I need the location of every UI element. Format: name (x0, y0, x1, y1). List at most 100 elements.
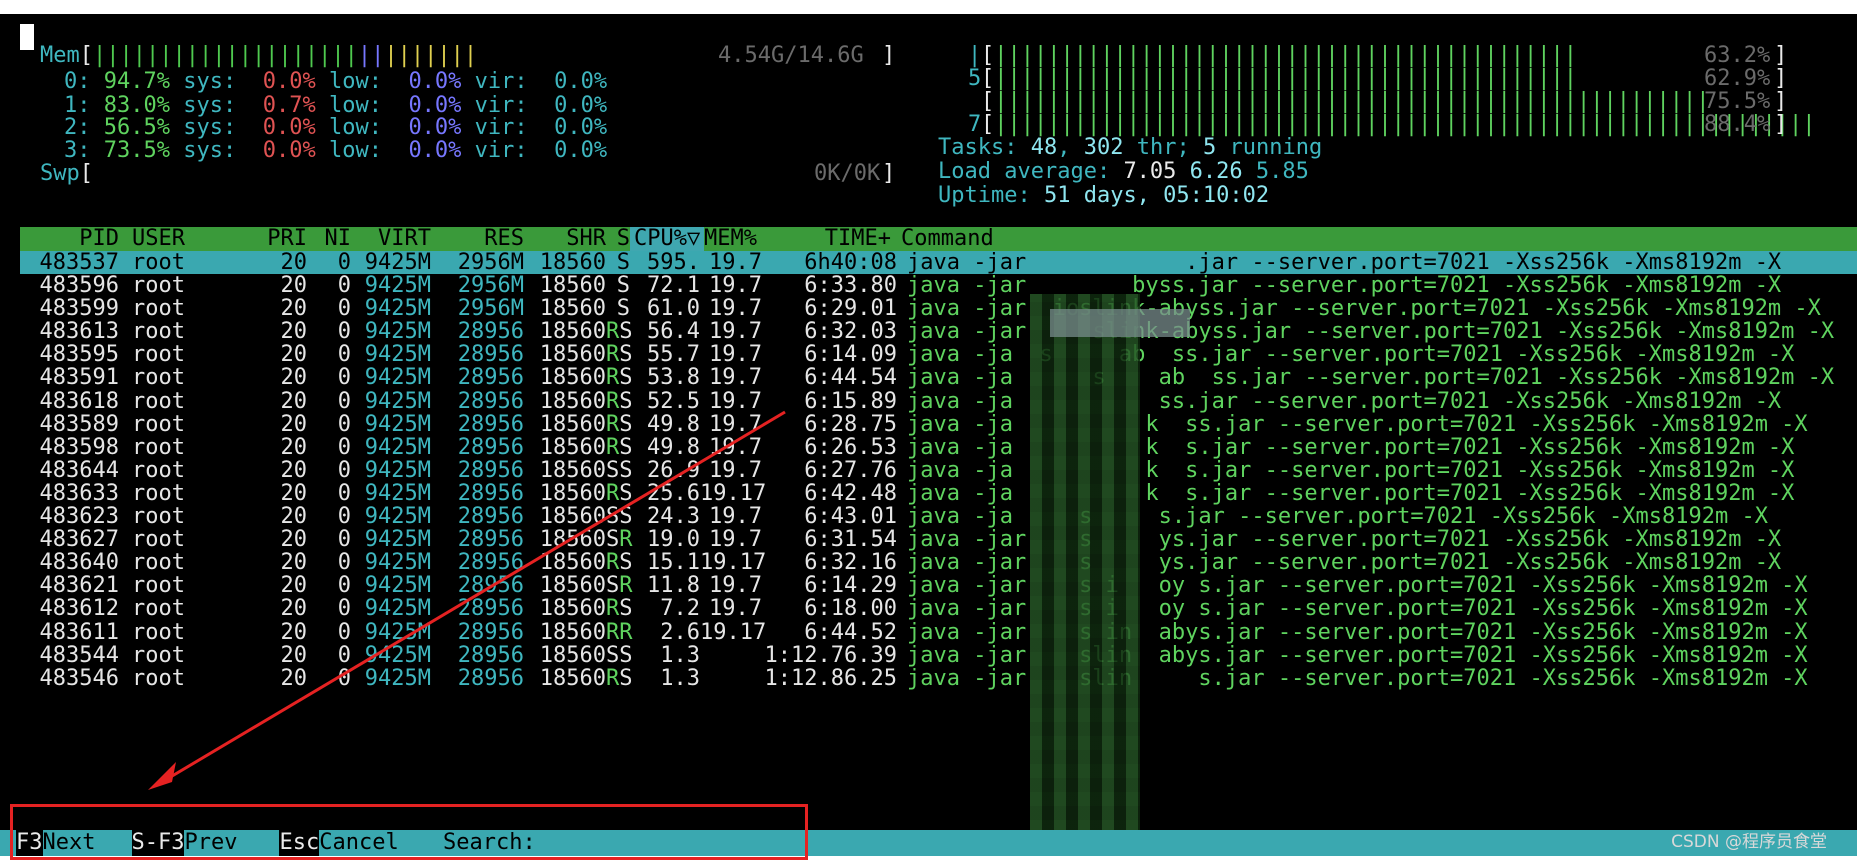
cell-time: 6:44.52 (804, 619, 897, 645)
col-shr[interactable]: SHR (524, 227, 606, 251)
cancel-label[interactable]: Cancel (319, 830, 398, 856)
cell-ni: 0 (337, 619, 351, 645)
table-row[interactable]: 483611 root 20 0 9425M 28956 18560RR 2.619.17 6:… (20, 619, 1857, 645)
mem-value: 4.54G/14.6G (718, 43, 864, 68)
cell-res: 2956M (457, 250, 524, 275)
cell-time: 6:42.48 (804, 480, 897, 506)
cell-user: root (132, 550, 185, 576)
cell-mem: 19.7 (709, 527, 762, 553)
cell-cpu: 595. (647, 250, 700, 275)
table-row[interactable]: 483633 root 20 0 9425M 28956 18560RS 25.619.17 6… (20, 482, 1857, 505)
cell-res: 28956 (457, 457, 524, 483)
cell-virt: 9425M (364, 365, 431, 391)
process-table-header[interactable]: PID USER PRI NI VIRT RES SHR S CPU%▽ MEM% TIME+ Com… (20, 227, 1857, 251)
cell-cpu: 55.7 (647, 342, 700, 368)
table-row-selected[interactable]: 483537 root 20 0 9425M 2956M 18560 S 595. 19.7 6h4… (20, 251, 1857, 274)
cell-pri: 20 (280, 296, 308, 322)
col-mem[interactable]: MEM% (704, 227, 766, 251)
col-state[interactable]: S (606, 227, 630, 251)
redacted-region-top (1050, 309, 1190, 337)
cpu-core-row: 0: 94.7% sys: 0.0% low: 0.0% vir: 0.0% (64, 69, 608, 94)
table-row[interactable]: 483621 root 20 0 9425M 28956 18560SR 11.8 19.7 6:… (20, 574, 1857, 597)
prev-key[interactable]: S-F3 (131, 830, 185, 856)
mem-bar-buffers: || (357, 43, 385, 68)
swp-value: 0K/0K (814, 161, 881, 186)
cell-mem: 19.17 (700, 480, 767, 506)
cancel-key[interactable]: Esc (279, 830, 320, 856)
cell-ni: 0 (337, 365, 351, 391)
cell-pid: 483598 (39, 434, 119, 460)
next-label[interactable]: Next (43, 830, 132, 856)
table-row[interactable]: 483599 root 20 0 9425M 2956M 18560 S 61.0 19.7 6:2… (20, 297, 1857, 320)
table-row[interactable]: 483589 root 20 0 9425M 28956 18560RS 49.8 19.7 6:… (20, 413, 1857, 436)
cell-res: 2956M (457, 296, 524, 322)
table-row[interactable]: 483596 root 20 0 9425M 2956M 18560 S 72.1 19.7 6:3… (20, 274, 1857, 297)
cell-shr: 18560 (539, 319, 606, 345)
cell-cpu: 26.9 (647, 457, 700, 483)
cell-pri: 20 (280, 250, 308, 275)
cell-cpu: 56.4 (647, 319, 700, 345)
cell-user: root (132, 457, 185, 483)
watermark: CSDN @程序员食堂 (1671, 832, 1827, 852)
cell-user: root (132, 596, 185, 622)
cell-cpu: 1.3 (660, 642, 700, 668)
table-row[interactable]: 483595 root 20 0 9425M 28956 18560RS 55.7 19.7 6:… (20, 343, 1857, 366)
col-user[interactable]: USER (119, 227, 223, 251)
cell-virt: 9425M (364, 457, 431, 483)
table-row[interactable]: 483612 root 20 0 9425M 28956 18560RS 7.2 19.7 6:1… (20, 597, 1857, 620)
cell-cpu: 7.2 (660, 596, 700, 622)
cell-user: root (132, 296, 185, 322)
cell-virt: 9425M (364, 296, 431, 322)
table-row[interactable]: 483591 root 20 0 9425M 28956 18560RS 53.8 19.7 6:… (20, 366, 1857, 389)
table-row[interactable]: 483640 root 20 0 9425M 28956 18560RS 15.119.17 6… (20, 551, 1857, 574)
cell-pid: 483589 (39, 411, 119, 437)
table-row[interactable]: 483623 root 20 0 9425M 28956 18560SS 24.3 19.7 6:… (20, 505, 1857, 528)
table-row[interactable]: 483544 root 20 0 9425M 28956 18560SS 1.3 1:12.76… (20, 642, 1857, 668)
cell-cpu: 15.1 (647, 550, 700, 576)
cell-pri: 20 (280, 457, 308, 483)
table-row[interactable]: 483613 root 20 0 9425M 28956 18560RS 56.4 19.7 6:… (20, 320, 1857, 343)
cell-ni: 0 (337, 665, 351, 691)
cell-time: 6:43.01 (804, 504, 897, 530)
table-row[interactable]: 483598 root 20 0 9425M 28956 18560RS 49.8 19.7 6:… (20, 436, 1857, 459)
cell-pid: 483599 (39, 296, 119, 322)
running-count: 5 (1202, 135, 1217, 160)
cell-user: root (132, 504, 185, 530)
cell-pid: 483633 (39, 480, 119, 506)
cell-pid: 483595 (39, 342, 119, 368)
table-row[interactable]: 483627 root 20 0 9425M 28956 18560SR 19.0 19.7 6:… (20, 528, 1857, 551)
cell-pid: 483613 (39, 319, 119, 345)
col-cpu-sorted[interactable]: CPU%▽ (630, 227, 704, 251)
col-pid[interactable]: PID (20, 227, 119, 251)
col-virt[interactable]: VIRT (351, 227, 431, 251)
cell-cpu: 2.6 (660, 619, 700, 645)
cell-pri: 20 (280, 365, 308, 391)
col-pri[interactable]: PRI (223, 227, 307, 251)
cell-user: root (132, 342, 185, 368)
cell-ni: 0 (337, 296, 351, 322)
prev-label[interactable]: Prev (184, 830, 279, 856)
cell-pri: 20 (280, 573, 308, 599)
cell-time: 6:14.29 (804, 573, 897, 599)
col-res[interactable]: RES (431, 227, 524, 251)
uptime-line: Uptime: 51 days, 05:10:02 (938, 183, 1270, 208)
cell-cpu: 49.8 (647, 434, 700, 460)
col-ni[interactable]: NI (307, 227, 352, 251)
cell-shr: 18560 (539, 596, 606, 622)
cell-pri: 20 (280, 665, 308, 691)
cell-ni: 0 (337, 388, 351, 414)
cell-ni: 0 (337, 527, 351, 553)
cell-shr: 18560 (539, 342, 606, 368)
col-command[interactable]: Command (891, 227, 994, 251)
table-row[interactable]: 483546 root 20 0 9425M 28956 18560RS 1.3 1:12.86… (20, 667, 1857, 690)
table-row[interactable]: 483618 root 20 0 9425M 28956 18560RS 52.5 19.7 6:… (20, 388, 1857, 414)
terminal-window: Mem[||||||||||||||||||||||||||||| 4.54G/… (0, 14, 1857, 856)
next-key[interactable]: F3 (16, 830, 43, 856)
cell-time: 6:33.80 (804, 273, 897, 299)
cell-mem: 19.7 (709, 411, 762, 437)
cell-cpu: 52.5 (647, 388, 700, 414)
cell-res: 28956 (457, 619, 524, 645)
table-row[interactable]: 483644 root 20 0 9425M 28956 18560SS 26.9 19.7 6:… (20, 459, 1857, 482)
col-time[interactable]: TIME+ (766, 227, 891, 251)
cell-cpu: 49.8 (647, 411, 700, 437)
